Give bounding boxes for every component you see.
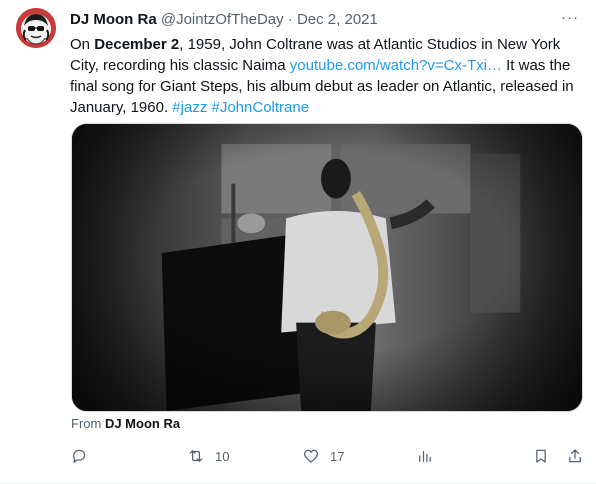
- text-part: On: [70, 36, 95, 53]
- share-button[interactable]: [566, 444, 584, 468]
- like-count: 17: [330, 448, 345, 464]
- author-name[interactable]: DJ Moon Ra: [70, 11, 157, 28]
- tweet-header: DJ Moon Ra @JointzOfTheDay · Dec 2, 2021: [70, 10, 580, 30]
- from-prefix: From: [71, 416, 105, 431]
- retweet-button[interactable]: 10: [187, 444, 229, 468]
- youtube-link[interactable]: youtube.com/watch?v=Cx-Txi…: [290, 57, 502, 74]
- bookmark-icon: [536, 449, 546, 463]
- views-button[interactable]: [416, 444, 434, 468]
- views-icon: [419, 450, 431, 462]
- reply-button[interactable]: [70, 444, 88, 468]
- share-icon: [569, 449, 581, 463]
- more-icon[interactable]: ···: [560, 10, 580, 30]
- hashtag-johncoltrane[interactable]: #JohnColtrane: [212, 99, 310, 116]
- avatar[interactable]: [16, 8, 56, 48]
- like-button[interactable]: 17: [302, 444, 344, 468]
- video-media[interactable]: [71, 123, 583, 412]
- hashtag-jazz[interactable]: #jazz: [172, 99, 207, 116]
- action-bar: 10 17: [70, 444, 586, 470]
- tweet-card[interactable]: DJ Moon Ra @JointzOfTheDay · Dec 2, 2021…: [0, 0, 596, 484]
- retweet-icon: [189, 450, 203, 462]
- bookmark-button[interactable]: [532, 444, 550, 468]
- tweet-text: On December 2, 1959, John Coltrane was a…: [70, 34, 590, 118]
- reply-icon: [73, 449, 86, 464]
- from-author-link[interactable]: DJ Moon Ra: [105, 416, 180, 431]
- tweet-date[interactable]: Dec 2, 2021: [297, 11, 378, 28]
- header-separator: ·: [283, 11, 297, 28]
- media-source: From DJ Moon Ra: [71, 416, 180, 432]
- author-handle[interactable]: @JointzOfTheDay: [161, 11, 284, 28]
- text-bold-date: December 2: [94, 36, 180, 53]
- retweet-count: 10: [215, 448, 230, 464]
- like-icon: [303, 449, 319, 463]
